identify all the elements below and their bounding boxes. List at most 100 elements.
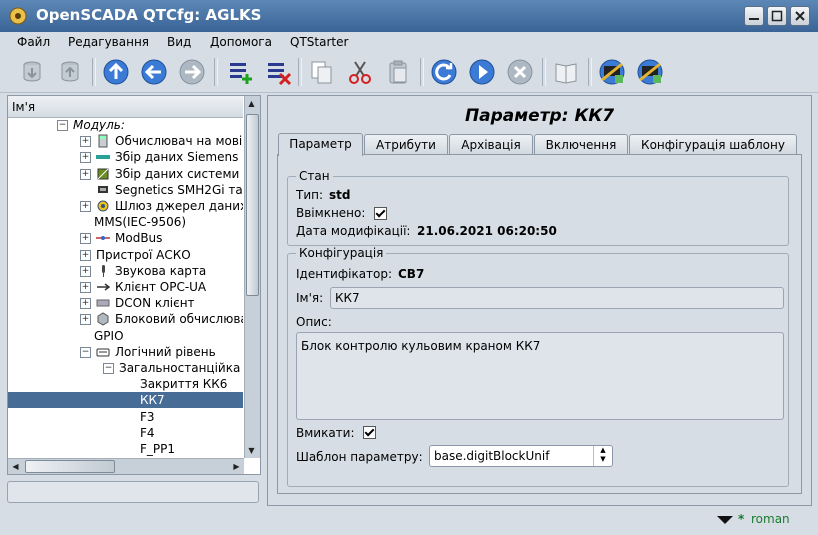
menu-qtstarter[interactable]: QTStarter: [290, 35, 348, 49]
tree-item-label: Загальностанційка: [119, 361, 241, 375]
status-bar: * roman: [0, 508, 818, 535]
tree-item[interactable]: + ModBus: [8, 230, 243, 246]
db-save-icon[interactable]: [54, 56, 86, 88]
tree-item-label: Логічний рівень: [115, 344, 216, 359]
openscada-app-icon[interactable]: [8, 6, 28, 26]
refresh-icon[interactable]: [428, 56, 460, 88]
tree-header[interactable]: Ім'я: [8, 96, 243, 118]
menu-edit[interactable]: Редагування: [68, 35, 149, 49]
add-item-icon[interactable]: [224, 56, 256, 88]
tree-item[interactable]: F3: [8, 409, 243, 425]
tree-item[interactable]: КК7: [8, 392, 243, 409]
collapse-icon[interactable]: −: [80, 346, 91, 358]
collapse-icon[interactable]: −: [57, 120, 68, 131]
tree-item[interactable]: + Звукова карта: [8, 263, 243, 279]
scroll-thumb-horizontal[interactable]: [25, 460, 115, 473]
scroll-down-arrow-icon[interactable]: ▼: [245, 444, 258, 457]
scroll-thumb[interactable]: [246, 114, 259, 296]
to-enable-label: Вмикати:: [296, 426, 355, 440]
status-user[interactable]: roman: [751, 512, 790, 526]
scroll-up-arrow-icon[interactable]: ▲: [245, 97, 258, 110]
chevron-down-icon[interactable]: [716, 514, 734, 526]
tree-item-label: F4: [140, 425, 155, 440]
menu-view[interactable]: Вид: [167, 35, 191, 49]
up-icon[interactable]: [100, 56, 132, 88]
expand-icon[interactable]: +: [80, 282, 91, 293]
tab-archiving[interactable]: Архівація: [449, 134, 533, 155]
delete-item-icon[interactable]: [262, 56, 294, 88]
tree-header-label: Ім'я: [12, 100, 36, 114]
tree-item-label: Блоковий обчислювач: [115, 312, 243, 327]
tree-item[interactable]: GPIO: [8, 328, 243, 344]
start-icon[interactable]: [466, 56, 498, 88]
configuration-group-title: Конфігурація: [296, 246, 387, 260]
maximize-button[interactable]: [767, 6, 787, 26]
expand-icon[interactable]: +: [80, 136, 91, 148]
tree-item[interactable]: − Логічний рівень: [8, 344, 243, 360]
menu-help[interactable]: Допомога: [210, 35, 272, 49]
tree-item[interactable]: + DCON клієнт: [8, 295, 243, 311]
tree-item[interactable]: Закриття КК6: [8, 376, 243, 392]
expand-icon[interactable]: +: [80, 152, 91, 164]
copy-icon[interactable]: [306, 56, 338, 88]
tab-attributes[interactable]: Атрибути: [364, 134, 448, 155]
forward-icon[interactable]: [176, 56, 208, 88]
tree-item[interactable]: + Збір даних системи: [8, 166, 243, 182]
tree-item[interactable]: − Загальностанційка: [8, 360, 243, 376]
modified-date-label: Дата модифікації:: [296, 224, 411, 238]
tree-item[interactable]: + Збір даних Siemens: [8, 149, 243, 165]
uistarter-icon[interactable]: [596, 56, 628, 88]
expand-icon[interactable]: +: [80, 201, 91, 212]
db-load-icon[interactable]: [16, 56, 48, 88]
cut-icon[interactable]: [344, 56, 376, 88]
collapse-icon[interactable]: −: [103, 363, 114, 374]
toolbar-separator: [298, 58, 302, 86]
expand-icon[interactable]: +: [80, 265, 91, 277]
manual-icon[interactable]: [550, 56, 582, 88]
tree-item[interactable]: + Клієнт OPC-UA: [8, 279, 243, 295]
tab-content: Стан Тип: std Ввімкнено: Дата модифікаці…: [277, 154, 802, 494]
name-field[interactable]: КК7: [330, 287, 784, 309]
enabled-checkbox[interactable]: [374, 207, 387, 220]
tree-item-label: Модуль:: [73, 119, 125, 132]
tree-item-label: F3: [140, 409, 155, 424]
tree-item[interactable]: + Обчислювач на мові: [8, 133, 243, 149]
minimize-button[interactable]: [744, 6, 764, 26]
tree-item[interactable]: F4: [8, 425, 243, 441]
scroll-right-arrow-icon[interactable]: ▶: [230, 460, 243, 473]
tab-template-config[interactable]: Конфігурація шаблону: [629, 134, 797, 155]
description-field[interactable]: Блок контролю кульовим краном КК7: [296, 332, 784, 420]
tree-vertical-scrollbar[interactable]: ▲ ▼: [244, 96, 260, 458]
tree-item[interactable]: + Пристрої АСКО: [8, 247, 243, 263]
tree-horizontal-scrollbar[interactable]: ◀ ▶: [8, 458, 244, 474]
name-label: Ім'я:: [296, 291, 324, 305]
tree-item-label: DCON клієнт: [115, 296, 195, 311]
back-icon[interactable]: [138, 56, 170, 88]
page-title: Параметр: КК7: [464, 106, 615, 126]
menu-file[interactable]: Файл: [17, 35, 50, 49]
expand-icon[interactable]: +: [80, 298, 91, 310]
expand-icon[interactable]: +: [80, 314, 91, 326]
to-enable-checkbox[interactable]: [363, 426, 376, 439]
expand-icon[interactable]: +: [80, 249, 91, 261]
tree-item-label: Збір даних системи: [115, 166, 240, 181]
stop-icon[interactable]: [504, 56, 536, 88]
tab-parameter[interactable]: Параметр: [278, 133, 363, 156]
expand-icon[interactable]: +: [80, 168, 91, 180]
identifier-value: CB7: [398, 267, 425, 281]
paste-icon[interactable]: [382, 56, 414, 88]
tree-item[interactable]: F_PP1: [8, 441, 243, 457]
vision-icon[interactable]: [634, 56, 666, 88]
template-select-value: base.digitBlockUnif: [434, 449, 550, 463]
tree-item[interactable]: + Шлюз джерел даних: [8, 198, 243, 214]
tree-item-label: КК7: [140, 393, 165, 408]
scroll-left-arrow-icon[interactable]: ◀: [9, 460, 22, 473]
template-select[interactable]: base.digitBlockUnif ▲ ▼: [429, 445, 613, 467]
close-button[interactable]: [790, 6, 810, 26]
tree-item[interactable]: MMS(IEC-9506): [8, 214, 243, 230]
expand-icon[interactable]: +: [80, 233, 91, 245]
tree-item[interactable]: Segnetics SMH2Gi та: [8, 182, 243, 198]
tab-inclusion[interactable]: Включення: [534, 134, 628, 155]
tree-item[interactable]: + Блоковий обчислювач: [8, 311, 243, 327]
tree-item[interactable]: − Модуль:: [8, 119, 243, 133]
